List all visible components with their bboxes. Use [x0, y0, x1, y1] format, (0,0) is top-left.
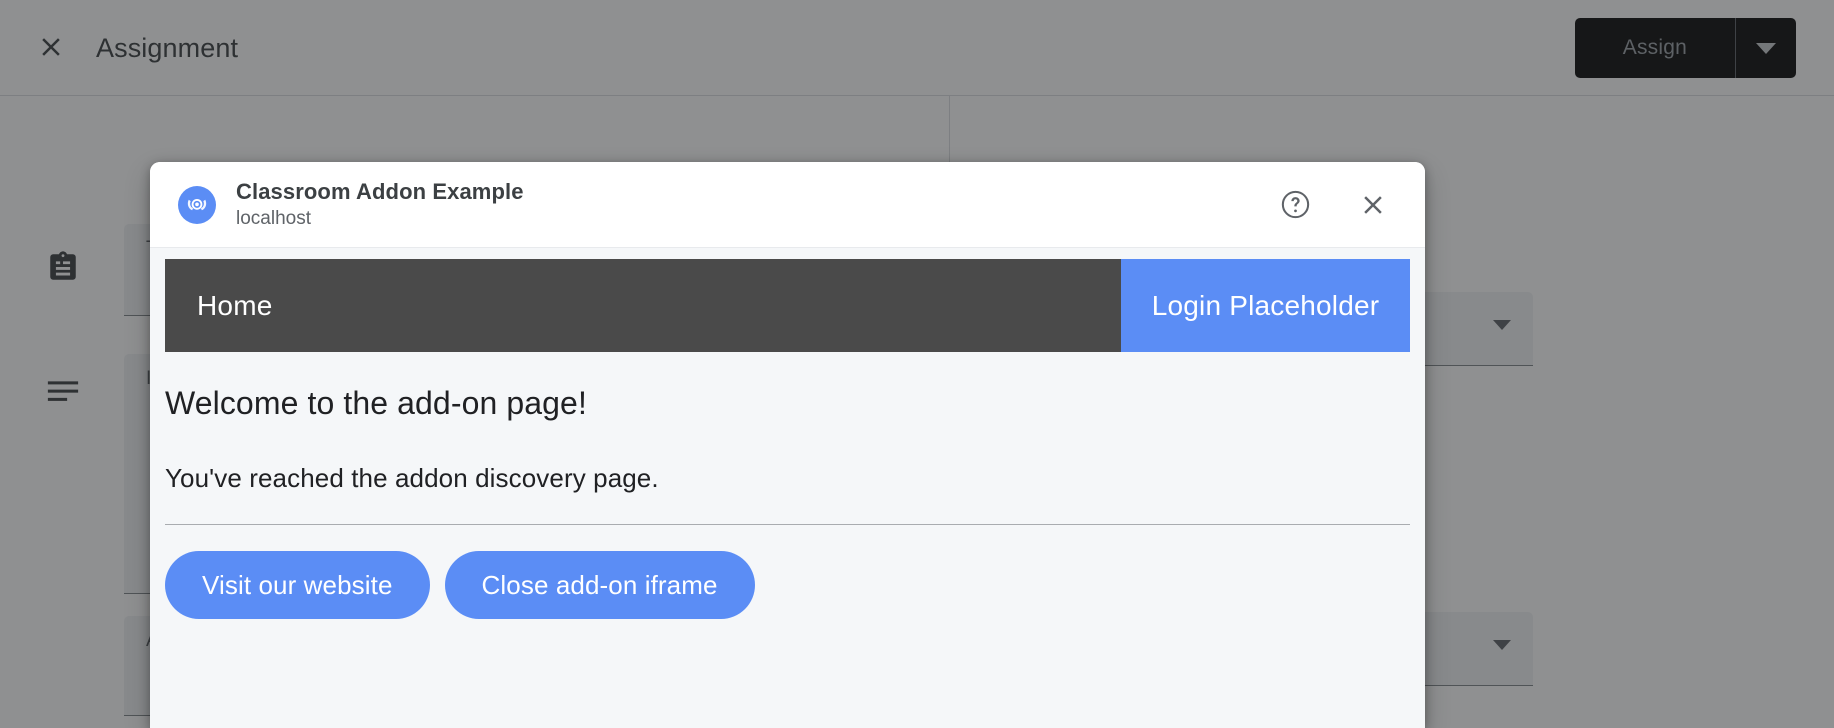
- addon-paragraph: You've reached the addon discovery page.: [165, 463, 659, 493]
- addon-app-title: Classroom Addon Example: [236, 179, 524, 204]
- nav-home-link[interactable]: Home: [165, 259, 1121, 352]
- addon-dialog-header: Classroom Addon Example localhost: [150, 162, 1425, 248]
- addon-navbar: Home Login Placeholder: [165, 259, 1410, 352]
- addon-dialog-titles: Classroom Addon Example localhost: [236, 178, 1275, 231]
- addon-main-content: Welcome to the add-on page! You've reach…: [150, 352, 1425, 728]
- addon-iframe-content: Home Login Placeholder Welcome to the ad…: [150, 248, 1425, 728]
- help-circle-icon[interactable]: [1275, 185, 1315, 225]
- nav-login-placeholder[interactable]: Login Placeholder: [1121, 259, 1410, 352]
- addon-action-buttons: Visit our website Close add-on iframe: [165, 525, 1410, 619]
- addon-dialog: Classroom Addon Example localhost Home L…: [150, 162, 1425, 728]
- addon-app-host: localhost: [236, 208, 311, 229]
- addon-heading: Welcome to the add-on page!: [165, 385, 587, 421]
- addon-dialog-actions: [1275, 185, 1399, 225]
- visit-website-button[interactable]: Visit our website: [165, 551, 430, 619]
- close-addon-iframe-button[interactable]: Close add-on iframe: [444, 551, 755, 619]
- close-icon[interactable]: [1353, 185, 1393, 225]
- addon-logo-icon: [178, 185, 216, 224]
